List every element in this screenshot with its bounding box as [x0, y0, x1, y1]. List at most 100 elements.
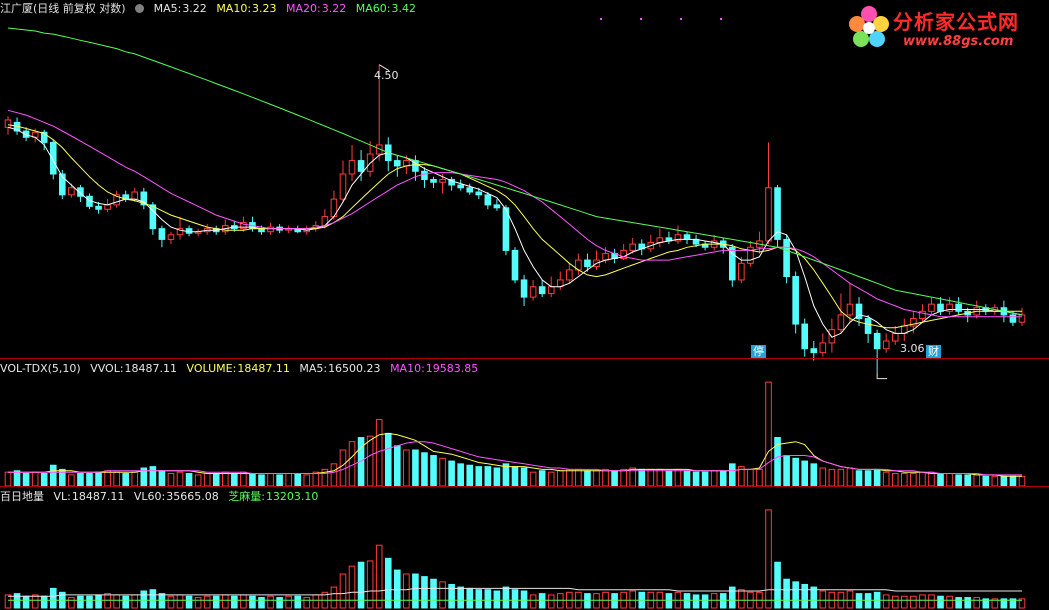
candle-body [430, 178, 437, 183]
ground-volume-bar [665, 593, 673, 609]
ground-volume-bar [421, 576, 428, 609]
volume-pane-header: VOL-TDX(5,10) VVOL:18487.11 VOLUME:18487… [0, 361, 484, 377]
ground-volume-bar [738, 589, 745, 609]
volume-bar [566, 468, 573, 487]
ground-volume-bar [511, 589, 519, 609]
ground-volume-bar [683, 593, 691, 609]
ground-volume-bar [475, 589, 483, 609]
volume-bar [448, 460, 455, 487]
ground-volume-bar [538, 593, 546, 609]
ma-toggle-icon[interactable] [135, 4, 145, 13]
vl-label: VL: [53, 490, 71, 503]
vol-ma5-label: MA5: [299, 362, 328, 375]
ground-volume-bar [910, 595, 917, 609]
stock-chart-window[interactable]: 江广厦(日线 前复权 对数) MA5:3.22 MA10:3.23 MA20:3… [0, 0, 1049, 610]
site-logo: 分析家公式网 www.88gs.com [845, 2, 1043, 56]
volume-bar [982, 475, 990, 487]
ground-volume-bar [728, 586, 736, 609]
pane-separator-1[interactable] [0, 358, 1049, 359]
ma10-line [7, 124, 1022, 329]
ground-volume-bar [502, 586, 510, 609]
marker-dot [720, 18, 722, 20]
pane-separator-2[interactable] [0, 486, 1049, 487]
volume-bar [330, 463, 338, 487]
volume-bar [176, 471, 184, 487]
candle-body [819, 342, 827, 354]
candle-body [68, 187, 75, 196]
vol-ma10-value: 19583.85 [425, 362, 479, 375]
ground-volume-bar [240, 594, 247, 609]
ground-volume-bar [520, 590, 528, 609]
ground-volume-bar [937, 595, 944, 609]
ground-volume-indicator-name[interactable]: 百日地量 [0, 490, 44, 503]
ground-volume-bar [122, 595, 130, 609]
volume-bar [946, 473, 953, 487]
ground-volume-bar [484, 589, 492, 609]
ground-volume-bar [719, 593, 727, 609]
vol-indicator-name[interactable]: VOL-TDX(5,10) [0, 362, 81, 375]
volume-bar [466, 464, 474, 487]
ground-volume-bar [457, 586, 464, 609]
vl-value: 18487.11 [71, 490, 125, 503]
ma20-label: MA20: [286, 2, 321, 15]
candle-body [529, 286, 537, 298]
volume-bar [403, 449, 410, 487]
volume-bar [285, 473, 292, 487]
low-marker-line [876, 372, 888, 380]
zhima-label: 芝麻量: [228, 490, 265, 503]
ground-volume-bar [258, 597, 265, 609]
logo-url: www.88gs.com [903, 34, 1014, 49]
ground-volume-bar [312, 594, 320, 609]
ground-volume-bar [701, 594, 709, 609]
ground-volume-bar [891, 595, 899, 609]
volume-bar [991, 475, 999, 487]
ground-volume-bar [692, 594, 700, 609]
volume-bar [4, 471, 12, 487]
volume-bar [122, 473, 130, 487]
candle-body [584, 259, 591, 268]
ground-volume-bar [95, 594, 102, 609]
ground-volume-bar [593, 593, 600, 609]
marker-dot [600, 18, 602, 20]
high-price-label: 4.50 [374, 69, 399, 82]
volume-bar [801, 460, 809, 487]
candle-body [566, 269, 573, 281]
volume-bar [955, 474, 962, 487]
candle-body [882, 340, 890, 350]
suspension-tag[interactable]: 停 [751, 345, 766, 358]
volume-bar [511, 466, 519, 487]
candle-body [801, 323, 809, 350]
flower-logo-icon [849, 6, 889, 47]
volume-bar [611, 470, 618, 487]
ground-volume-bar [928, 594, 935, 609]
volume-bar [95, 471, 102, 487]
volume-bar [756, 468, 763, 487]
volume-bar [620, 468, 627, 487]
ground-volume-bar [185, 595, 193, 609]
volume-bar [593, 470, 600, 487]
ma60-value: 3.42 [391, 2, 416, 15]
candle-body [131, 191, 139, 200]
volume-bar [221, 471, 229, 487]
ground-volume-bar [231, 595, 238, 609]
volume-bar [502, 463, 510, 487]
ground-volume-bar [267, 595, 274, 609]
candle-body [475, 191, 483, 196]
ground-volume-bar [194, 597, 202, 609]
ground-volume-bar [49, 587, 57, 609]
ground-volume-bar [40, 595, 48, 609]
volume-bar [919, 471, 926, 487]
ground-volume-bar [86, 595, 93, 609]
volume-bar [575, 468, 582, 487]
finance-tag[interactable]: 财 [926, 345, 941, 358]
volume-bar [303, 474, 311, 487]
ground-volume-bar [792, 581, 799, 609]
ground-volume-bar [919, 594, 926, 609]
volume-bar [928, 471, 935, 487]
ground-volume-bar [167, 595, 175, 609]
ground-volume-bar [710, 593, 718, 609]
volume-bar [520, 467, 528, 487]
chart-canvas[interactable] [0, 0, 1049, 610]
ma5-value: 3.22 [182, 2, 207, 15]
candle-body [629, 243, 637, 251]
